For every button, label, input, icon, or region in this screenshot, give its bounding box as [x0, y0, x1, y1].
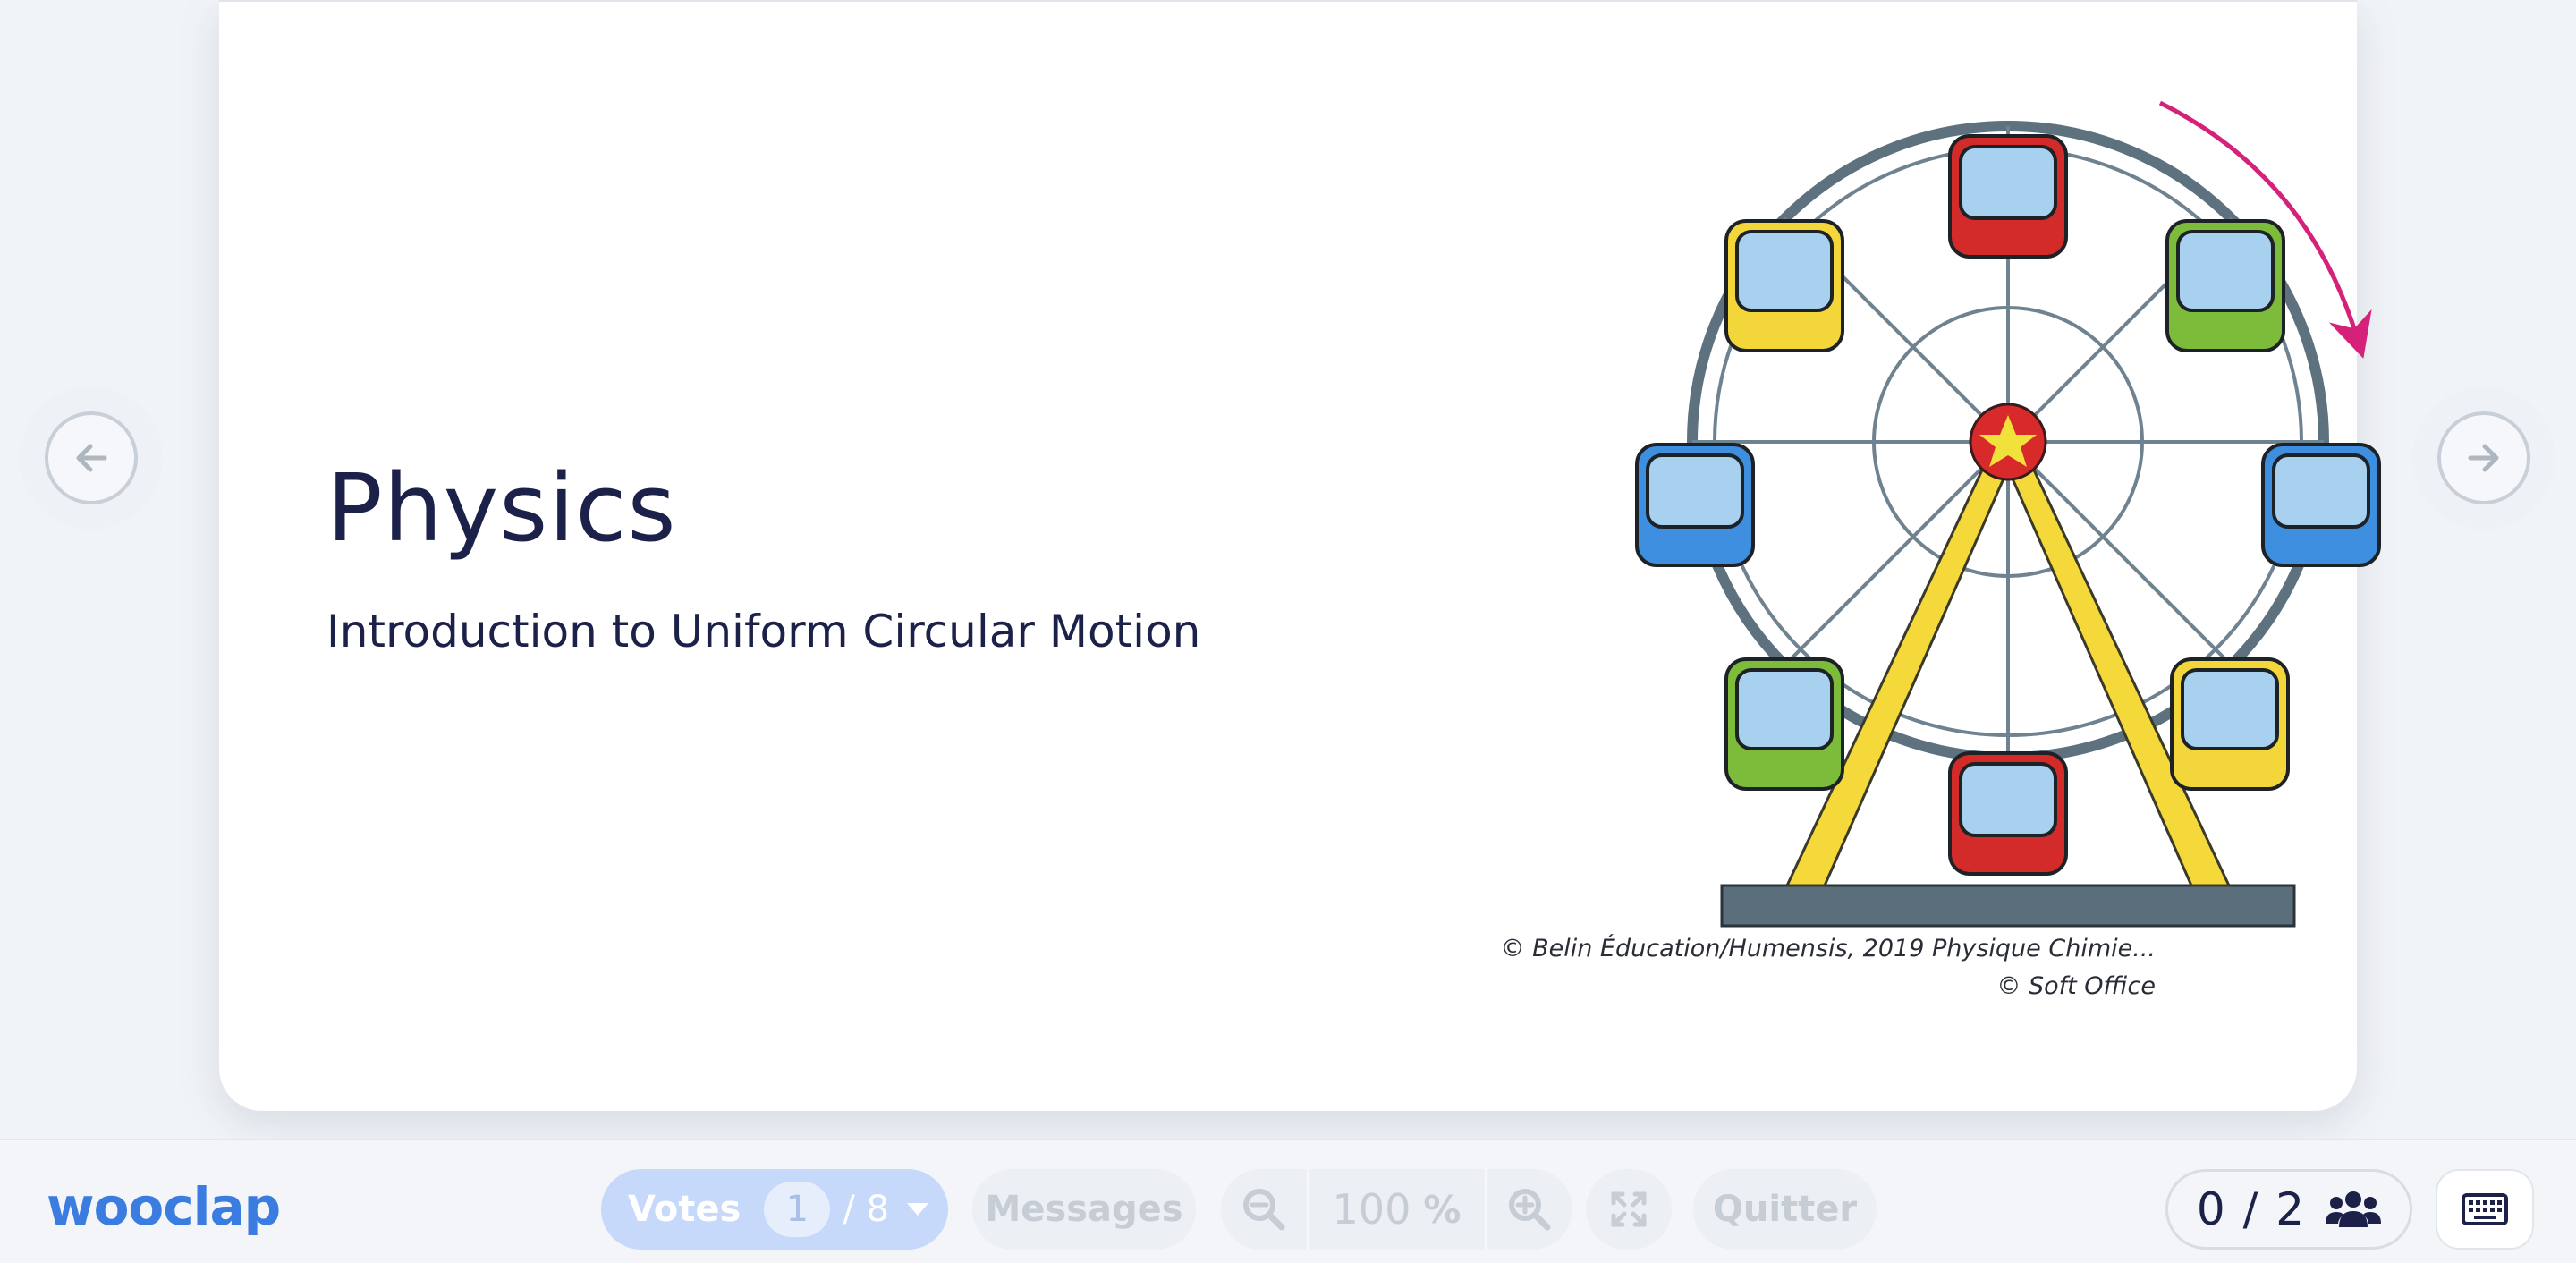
zoom-unit: % [1423, 1187, 1462, 1232]
image-credit-line-2: © Soft Office [1996, 972, 2156, 1000]
quit-button[interactable]: Quitter [1693, 1169, 1877, 1250]
fullscreen-button[interactable] [1586, 1169, 1672, 1250]
slide-card: Physics Introduction to Uniform Circular… [219, 0, 2381, 1111]
zoom-in-button[interactable] [1487, 1169, 1572, 1250]
chevron-down-icon[interactable] [906, 1203, 928, 1216]
arrow-left-icon [45, 411, 138, 504]
keyboard-icon [2462, 1193, 2508, 1225]
next-slide-button[interactable] [2412, 386, 2555, 530]
zoom-value: 100 [1332, 1185, 1411, 1233]
current-page-badge: 1 [764, 1182, 831, 1237]
participants-counter[interactable]: 0 / 2 [2165, 1169, 2412, 1250]
messages-button[interactable]: Messages [972, 1169, 1196, 1250]
votes-button[interactable]: Votes 1 / 8 [601, 1169, 948, 1250]
votes-label: Votes [628, 1189, 741, 1230]
bottom-toolbar: wooclap Votes 1 / 8 Messages 100 % Quitt… [0, 1139, 2576, 1263]
messages-label: Messages [985, 1189, 1183, 1230]
zoom-control: 100 % [1221, 1169, 1572, 1250]
zoom-in-icon [1509, 1189, 1551, 1231]
wooclap-logo[interactable]: wooclap [47, 1176, 281, 1237]
page-total: / 8 [843, 1189, 889, 1230]
ferris-wheel-illustration [1635, 100, 2381, 928]
slide-subtitle: Introduction to Uniform Circular Motion [326, 606, 1201, 657]
zoom-out-icon [1243, 1189, 1285, 1231]
slide-title: Physics [326, 453, 677, 563]
fullscreen-icon [1611, 1191, 1647, 1227]
zoom-out-button[interactable] [1221, 1169, 1307, 1250]
participants-count: 0 / 2 [2196, 1183, 2307, 1235]
image-credit-line-1: © Belin Éducation/Humensis, 2019 Physiqu… [1500, 935, 2156, 962]
arrow-right-icon [2437, 411, 2530, 504]
previous-slide-button[interactable] [20, 386, 163, 530]
zoom-level: 100 % [1309, 1185, 1485, 1233]
quit-label: Quitter [1712, 1189, 1858, 1230]
keyboard-shortcuts-button[interactable] [2436, 1169, 2534, 1250]
users-icon [2326, 1191, 2382, 1227]
